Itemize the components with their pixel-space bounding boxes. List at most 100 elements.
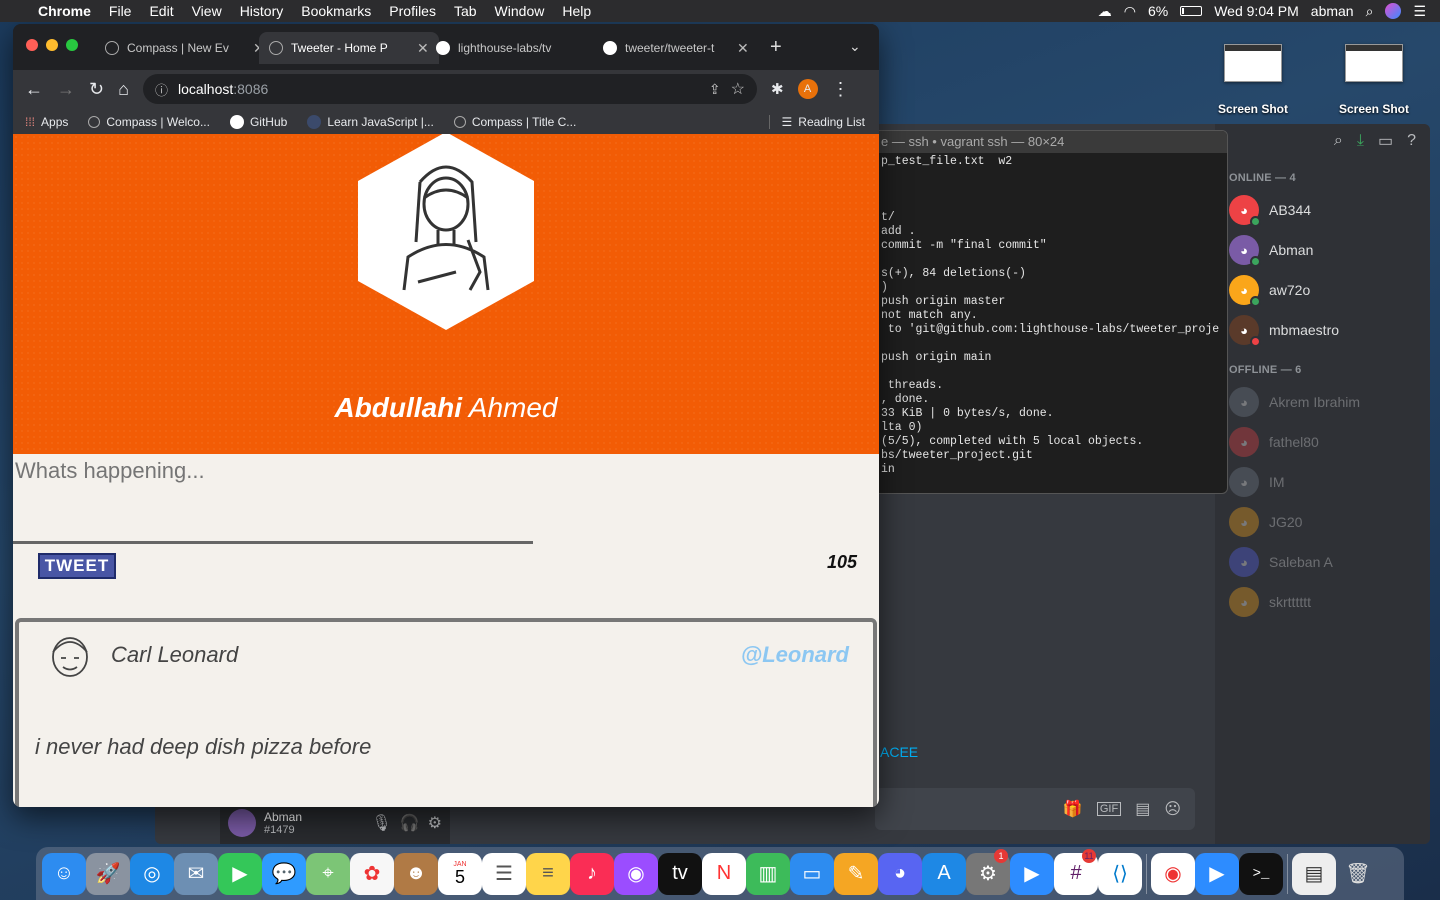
tab-compass[interactable]: Compass | New Ev ✕ (95, 32, 275, 64)
launchpad-icon[interactable]: 🚀 (86, 852, 130, 895)
zoom-recent-icon[interactable]: ▶ (1195, 852, 1239, 895)
clock[interactable]: Wed 9:04 PM (1214, 3, 1299, 19)
new-tab-button[interactable]: + (770, 36, 782, 59)
discord-message-input[interactable]: 🎁 GIF ▤ ☹ (875, 788, 1195, 830)
reading-list-button[interactable]: ☰ Reading List (768, 114, 865, 129)
vscode-icon[interactable]: ⟨⟩ (1098, 852, 1142, 895)
menu-file[interactable]: File (100, 3, 141, 19)
reminders-icon[interactable]: ☰ (482, 852, 526, 895)
podcasts-icon[interactable]: ◉ (614, 852, 658, 895)
microphone-icon[interactable]: 🎙 (371, 813, 391, 833)
battery-icon[interactable] (1180, 6, 1203, 16)
menu-view[interactable]: View (183, 3, 231, 19)
apple-tv-icon[interactable]: tv (658, 852, 702, 895)
member-list-item[interactable]: ◕ mbmaestro (1215, 310, 1430, 350)
member-list-item[interactable]: ◕ Saleban A (1215, 542, 1430, 582)
system-preferences-icon[interactable]: ⚙ 1 (966, 848, 1010, 895)
forward-arrow-icon[interactable]: → (57, 79, 75, 100)
tab-tweeter[interactable]: Tweeter - Home P ✕ (259, 32, 439, 64)
user-menu[interactable]: abman (1311, 3, 1354, 19)
trash-icon[interactable]: 🗑 (1336, 853, 1380, 895)
desktop-file-screenshot-1[interactable]: Screen Shot (1198, 44, 1308, 116)
extensions-puzzle-icon[interactable]: ✱ (771, 80, 784, 98)
tab-search-chevron-icon[interactable]: ⌄ (849, 38, 861, 55)
menu-profiles[interactable]: Profiles (380, 3, 445, 19)
member-list-item[interactable]: ◕ JG20 (1215, 502, 1430, 542)
battery-percent[interactable]: 6% (1148, 3, 1168, 19)
avatar[interactable] (228, 809, 256, 837)
search-icon[interactable]: ⌕ (1334, 132, 1343, 150)
tab-tweeter-repo[interactable]: tweeter/tweeter-t ✕ (593, 32, 759, 64)
discord-message-link[interactable]: ACEE (880, 744, 918, 760)
home-icon[interactable]: ⌂ (118, 79, 129, 100)
member-list-item[interactable]: ◕ IM (1215, 462, 1430, 502)
bookmark-apps[interactable]: ⁞⁞⁞ Apps (25, 115, 68, 129)
numbers-icon[interactable]: ▥ (746, 852, 790, 895)
help-icon[interactable]: ? (1407, 132, 1416, 150)
app-menu-chrome[interactable]: Chrome (29, 3, 100, 19)
terminal-window[interactable]: e — ssh • vagrant ssh — 80×24 p_test_fil… (878, 130, 1228, 494)
headphones-icon[interactable]: 🎧 (400, 813, 420, 833)
mail-icon[interactable]: ✉ (174, 852, 218, 895)
bookmark-compass-welcome[interactable]: Compass | Welco... (88, 115, 210, 129)
bookmark-compass-title[interactable]: Compass | Title C... (453, 115, 576, 129)
messages-icon[interactable]: 💬 (262, 852, 306, 895)
calendar-icon[interactable]: JAN 5 (438, 852, 482, 895)
back-arrow-icon[interactable]: ← (25, 79, 43, 100)
close-window-button[interactable] (26, 39, 38, 51)
menu-bookmarks[interactable]: Bookmarks (292, 3, 380, 19)
keynote-icon[interactable]: ▭ (790, 852, 834, 895)
member-list-item[interactable]: ◕ aw72o (1215, 270, 1430, 310)
maximize-window-button[interactable] (66, 39, 78, 51)
creative-cloud-icon[interactable]: ☁ (1098, 3, 1112, 20)
gift-icon[interactable]: 🎁 (1063, 799, 1083, 819)
reload-icon[interactable]: ↻ (89, 79, 104, 100)
member-list-item[interactable]: ◕ skrtttttt (1215, 582, 1430, 622)
inbox-icon[interactable]: ▭ (1378, 131, 1393, 151)
site-info-icon[interactable]: ⓘ (155, 80, 168, 99)
photos-icon[interactable]: ✿ (350, 852, 394, 895)
facetime-icon[interactable]: ▶ (218, 852, 262, 895)
member-list-item[interactable]: ◕ AB344 (1215, 190, 1430, 230)
member-list-item[interactable]: ◕ Abman (1215, 230, 1430, 270)
spotlight-search-icon[interactable]: ⌕ (1366, 3, 1374, 20)
bookmark-learn-javascript[interactable]: Learn JavaScript |... (307, 114, 434, 129)
menu-window[interactable]: Window (486, 3, 554, 19)
menu-help[interactable]: Help (553, 3, 600, 19)
download-icon[interactable]: ⤓ (1357, 132, 1364, 150)
menu-history[interactable]: History (231, 3, 293, 19)
profile-avatar[interactable]: A (797, 79, 818, 99)
music-icon[interactable]: ♪ (570, 852, 614, 895)
member-list-item[interactable]: ◕ Akrem Ibrahim (1215, 382, 1430, 422)
zoom-icon[interactable]: ▶ (1010, 852, 1054, 895)
compose-tweet-input[interactable] (13, 454, 533, 544)
control-center-icon[interactable]: ☰ (1413, 3, 1426, 20)
wifi-icon[interactable]: ◠ (1124, 3, 1136, 20)
tweet-button[interactable]: TWEET (38, 553, 116, 579)
sticker-icon[interactable]: ▤ (1135, 799, 1150, 819)
chrome-icon[interactable]: ◉ (1151, 852, 1195, 895)
terminal-icon[interactable]: >_ (1239, 852, 1283, 895)
minimize-window-button[interactable] (46, 39, 58, 51)
emoji-icon[interactable]: ☹ (1164, 799, 1181, 819)
address-bar[interactable]: ⓘ localhost:8086 ⇪ ☆ (142, 74, 757, 104)
notes-icon[interactable]: ≡ (526, 852, 570, 895)
gif-icon[interactable]: GIF (1096, 802, 1122, 816)
contacts-icon[interactable]: ☻ (394, 852, 438, 895)
maps-icon[interactable]: ⌖ (306, 852, 350, 895)
tab-lighthouse-labs[interactable]: lighthouse-labs/tv (426, 32, 572, 64)
documents-folder-icon[interactable]: ▤ (1292, 852, 1336, 895)
siri-icon[interactable] (1385, 3, 1402, 19)
desktop-file-screenshot-2[interactable]: Screen Shot (1319, 44, 1429, 116)
news-icon[interactable]: N (702, 852, 746, 895)
discord-icon[interactable]: ◕ (878, 852, 922, 895)
close-tab-icon[interactable]: ✕ (737, 40, 749, 57)
finder-icon[interactable]: ☺ (42, 852, 86, 895)
gear-icon[interactable]: ⚙ (428, 813, 442, 833)
menu-edit[interactable]: Edit (140, 3, 182, 19)
member-list-item[interactable]: ◕ fathel80 (1215, 422, 1430, 462)
safari-icon[interactable]: ◎ (130, 852, 174, 895)
slack-icon[interactable]: #11 (1054, 848, 1098, 895)
menu-tab[interactable]: Tab (445, 3, 486, 19)
chrome-menu-icon[interactable]: ⋮ (832, 79, 850, 100)
